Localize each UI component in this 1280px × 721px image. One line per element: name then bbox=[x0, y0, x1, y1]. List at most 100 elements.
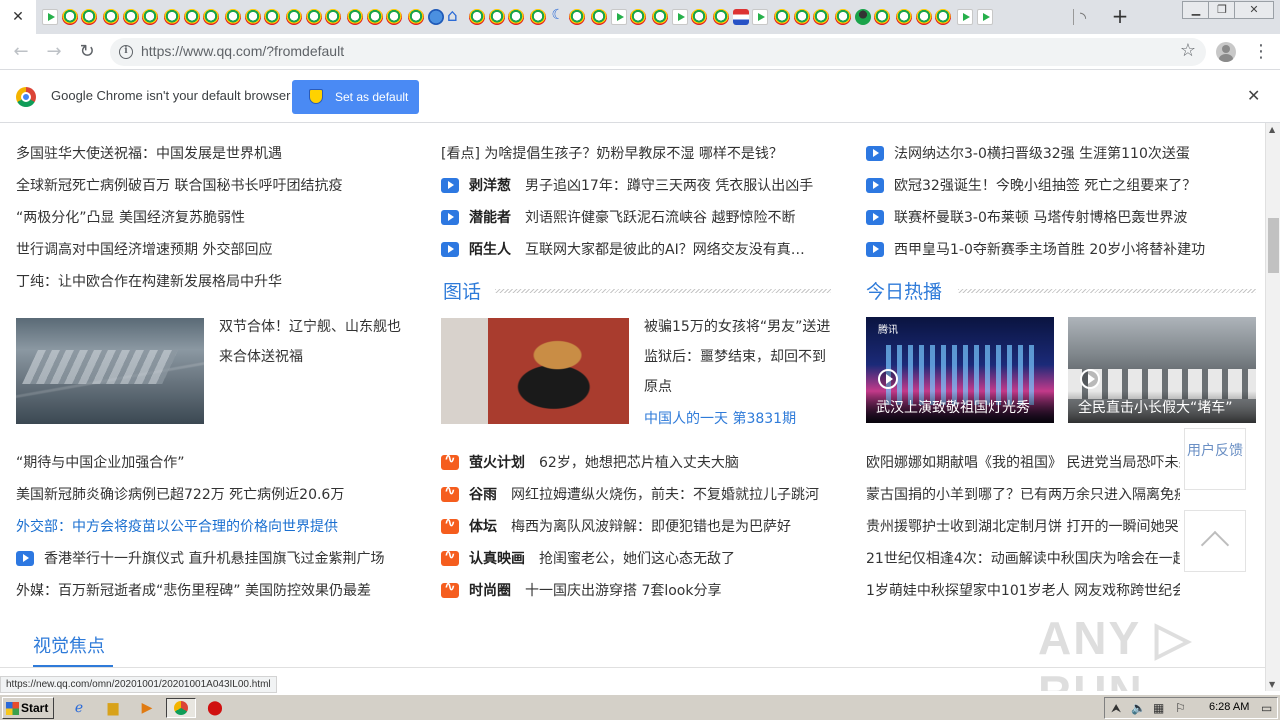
tab-favicon-icon[interactable] bbox=[286, 9, 302, 25]
flag-icon[interactable]: ⚐ bbox=[1175, 701, 1186, 715]
news-item[interactable]: 时尚圈十一国庆出游穿搭 7套look分享 bbox=[441, 579, 722, 602]
tab-favicon-icon[interactable] bbox=[530, 9, 546, 25]
profile-avatar-icon[interactable] bbox=[1216, 42, 1236, 62]
video-caption[interactable]: 全民直击小长假大“堵车” bbox=[1068, 391, 1256, 423]
chrome-menu-icon[interactable]: ⋮ bbox=[1252, 39, 1270, 65]
back-to-top-button[interactable] bbox=[1184, 510, 1246, 572]
tab-favicon-icon[interactable] bbox=[469, 9, 485, 25]
news-item[interactable]: 剥洋葱 男子追凶17年：蹲守三天两夜 凭衣服认出凶手 bbox=[441, 175, 813, 197]
news-headline[interactable]: 抢闺蜜老公，她们这心态无敌了 bbox=[539, 551, 735, 567]
tab-favicon-icon[interactable] bbox=[225, 9, 241, 25]
close-window-button[interactable]: ✕ bbox=[1234, 1, 1274, 19]
column-tag[interactable]: 潜能者 bbox=[469, 210, 511, 226]
news-headline[interactable]: 香港举行十一升旗仪式 直升机悬挂国旗飞过金紫荆广场 bbox=[44, 551, 384, 567]
news-headline[interactable]: [看点] 为啥提倡生孩子？奶粉早教尿不湿 哪样不是钱？ bbox=[441, 146, 783, 162]
infobar-close-icon[interactable]: ✕ bbox=[1247, 86, 1260, 105]
news-item[interactable]: 体坛梅西为离队风波辩解：即便犯错也是为巴萨好 bbox=[441, 515, 791, 538]
tab-favicon-icon[interactable] bbox=[264, 9, 280, 25]
news-headline[interactable]: 贵州援鄂护士收到湖北定制月饼 打开的一瞬间她哭了 bbox=[866, 519, 1180, 535]
news-headline[interactable]: 互联网大家都是彼此的AI？网络交友没有真… bbox=[525, 242, 805, 258]
tab-favicon-icon[interactable] bbox=[103, 9, 119, 25]
news-headline[interactable]: 十一国庆出游穿搭 7套look分享 bbox=[525, 583, 722, 599]
tab-favicon-icon[interactable] bbox=[652, 9, 668, 25]
tab-favicon-icon[interactable] bbox=[305, 9, 322, 25]
news-headline[interactable]: 梅西为离队风波辩解：即便犯错也是为巴萨好 bbox=[511, 519, 791, 535]
column-tag[interactable]: 谷雨 bbox=[469, 487, 497, 503]
new-tab-button[interactable]: + bbox=[1108, 4, 1132, 28]
tab-favicon-icon[interactable] bbox=[671, 9, 688, 25]
bookmark-star-icon[interactable]: ☆ bbox=[1180, 40, 1196, 61]
news-item[interactable]: “期待与中国企业加强合作” bbox=[16, 452, 185, 474]
loading-tab-icon[interactable]: ◝ bbox=[1080, 8, 1086, 27]
tab-favicon-icon[interactable] bbox=[81, 9, 97, 25]
active-tab[interactable]: ✕ bbox=[0, 0, 36, 34]
start-button[interactable]: Start bbox=[2, 697, 54, 719]
scroll-up-icon[interactable]: ▲ bbox=[1269, 125, 1275, 134]
news-item[interactable]: 萤火计划 62岁，她想把芯片植入丈夫大脑 bbox=[441, 451, 739, 474]
news-headline[interactable]: 多国驻华大使送祝福：中国发展是世界机遇 bbox=[16, 146, 282, 162]
news-item[interactable]: 外媒：百万新冠逝者成“悲伤里程碑” 美国防控效果仍最差 bbox=[16, 580, 371, 602]
tab-favicon-icon[interactable] bbox=[835, 9, 851, 25]
tab-favicon-icon[interactable] bbox=[854, 9, 871, 25]
news-headline[interactable]: 丁纯：让中欧合作在构建新发展格局中升华 bbox=[16, 274, 282, 290]
tab-favicon-icon[interactable] bbox=[713, 9, 729, 25]
close-tab-icon[interactable]: ✕ bbox=[12, 9, 24, 25]
news-item[interactable]: 认真映画抢闺蜜老公，她们这心态无敌了 bbox=[441, 547, 735, 570]
tab-favicon-icon[interactable] bbox=[957, 9, 973, 25]
tab-favicon-icon[interactable] bbox=[610, 9, 627, 25]
scrollbar-thumb[interactable] bbox=[1268, 218, 1279, 273]
news-headline[interactable]: 1岁萌娃中秋探望家中101岁老人 网友戏称跨世纪会面 bbox=[866, 583, 1180, 599]
tab-favicon-icon[interactable] bbox=[386, 9, 402, 25]
news-headline[interactable]: 62岁，她想把芯片植入丈夫大脑 bbox=[539, 455, 739, 471]
tab-favicon-icon[interactable] bbox=[732, 9, 749, 25]
tab-favicon-icon[interactable] bbox=[488, 9, 505, 25]
tab-favicon-icon[interactable] bbox=[774, 9, 790, 25]
stop-app-icon[interactable]: ⬤ bbox=[202, 698, 228, 718]
feature-image-carrier[interactable] bbox=[16, 318, 204, 424]
media-player-icon[interactable]: ▶ bbox=[134, 698, 160, 718]
page-scrollbar[interactable]: ▲ ▼ bbox=[1265, 123, 1280, 691]
news-item[interactable]: 蒙古国捐的小羊到哪了？已有两万余只进入隔离免疫区 bbox=[866, 484, 1180, 506]
section-tuhua-label[interactable]: 图话 bbox=[443, 281, 481, 303]
tab-favicon-icon[interactable] bbox=[793, 9, 810, 25]
news-headline[interactable]: “期待与中国企业加强合作” bbox=[16, 455, 185, 471]
column-tag[interactable]: 认真映画 bbox=[469, 551, 525, 567]
feature-mid-title[interactable]: 被骗15万的女孩将“男友”送进监狱后：噩梦结束，却回不到原点 bbox=[644, 312, 834, 402]
tab-favicon-icon[interactable] bbox=[813, 9, 829, 25]
news-item[interactable]: 陌生人 互联网大家都是彼此的AI？网络交友没有真… bbox=[441, 239, 805, 261]
news-headline[interactable]: 男子追凶17年：蹲守三天两夜 凭衣服认出凶手 bbox=[525, 178, 813, 194]
news-item[interactable]: [看点] 为啥提倡生孩子？奶粉早教尿不湿 哪样不是钱？ bbox=[441, 143, 783, 165]
feature-image-girl[interactable] bbox=[441, 318, 629, 424]
tab-favicon-icon[interactable] bbox=[976, 9, 993, 25]
news-headline[interactable]: 全球新冠死亡病例破百万 联合国秘书长呼吁团结抗疫 bbox=[16, 178, 342, 194]
section-title-visual-focus[interactable]: 视觉焦点 bbox=[33, 632, 105, 658]
feature-left-title[interactable]: 双节合体！辽宁舰、山东舰也来合体送祝福 bbox=[219, 312, 409, 372]
news-item[interactable]: 谷雨网红拉姆遭纵火烧伤，前夫：不复婚就拉儿子跳河 bbox=[441, 483, 819, 506]
column-tag[interactable]: 时尚圈 bbox=[469, 583, 511, 599]
news-item[interactable]: 外交部：中方会将疫苗以公平合理的价格向世界提供 bbox=[16, 516, 338, 538]
ie-icon[interactable]: ℯ bbox=[66, 698, 92, 718]
news-headline[interactable]: 外交部：中方会将疫苗以公平合理的价格向世界提供 bbox=[16, 519, 338, 535]
tab-favicon-icon[interactable] bbox=[630, 9, 646, 25]
tab-favicon-icon[interactable] bbox=[325, 9, 341, 25]
news-headline[interactable]: 21世纪仅相逢4次：动画解读中秋国庆为啥会在一起 bbox=[866, 551, 1180, 567]
tab-favicon-icon[interactable] bbox=[164, 9, 180, 25]
news-item[interactable]: “两极分化”凸显 美国经济复苏脆弱性 bbox=[16, 207, 245, 229]
tab-favicon-icon[interactable] bbox=[142, 9, 158, 25]
tab-favicon-icon[interactable] bbox=[915, 9, 932, 25]
tab-favicon-icon[interactable] bbox=[550, 7, 566, 25]
news-item[interactable]: 世行调高对中国经济增速预期 外交部回应 bbox=[16, 239, 272, 261]
news-item[interactable]: 香港举行十一升旗仪式 直升机悬挂国旗飞过金紫荆广场 bbox=[16, 548, 384, 570]
tab-favicon-icon[interactable] bbox=[896, 9, 912, 25]
tab-favicon-icon[interactable] bbox=[691, 9, 707, 25]
play-icon[interactable] bbox=[1080, 369, 1100, 389]
restore-button[interactable]: ❐ bbox=[1208, 1, 1236, 19]
show-desktop-icon[interactable]: ▭ bbox=[1261, 701, 1272, 715]
play-icon[interactable] bbox=[878, 369, 898, 389]
news-item[interactable]: 1岁萌娃中秋探望家中101岁老人 网友戏称跨世纪会面 bbox=[866, 580, 1180, 602]
site-info-icon[interactable]: i bbox=[119, 45, 133, 59]
column-tag[interactable]: 萤火计划 bbox=[469, 455, 525, 471]
tab-favicon-icon[interactable] bbox=[874, 9, 890, 25]
chrome-taskbar-icon[interactable] bbox=[166, 698, 196, 718]
tab-favicon-icon[interactable] bbox=[366, 9, 383, 25]
